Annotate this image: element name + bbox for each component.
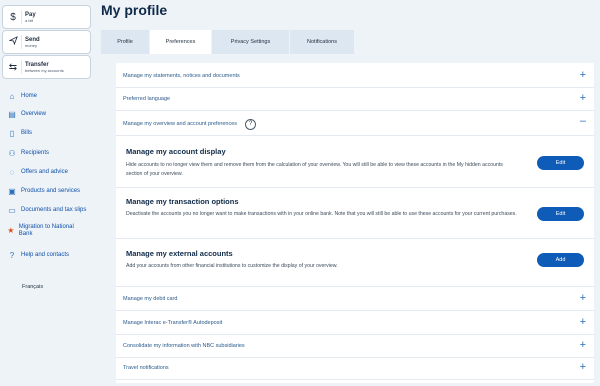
recipients-icon: ⚇ <box>8 149 16 158</box>
card-divider <box>21 35 22 49</box>
pay-bill-text: Pay a bill <box>25 12 36 23</box>
section-preferred-language[interactable]: Preferred language + <box>116 88 594 111</box>
plus-icon[interactable]: + <box>580 93 586 104</box>
overview-icon: ▤ <box>8 110 16 119</box>
sidebar: $ Pay a bill Send money ⇆ Transfer betwe… <box>0 0 100 386</box>
transfer-button[interactable]: ⇆ Transfer between my accounts <box>2 55 91 79</box>
send-money-text: Send money <box>25 37 40 48</box>
section-consolidate-nbc[interactable]: Consolidate my information with NBC subs… <box>116 335 594 358</box>
nav-item-migration[interactable]: ★ Migration to National Bank <box>6 224 76 238</box>
subsection-description: Deactivate the accounts you no longer wa… <box>126 211 517 217</box>
nav-label: Migration to National Bank <box>18 224 74 237</box>
preferences-panel: Manage my statements, notices and docume… <box>116 63 594 383</box>
section-label: Manage my overview and account preferenc… <box>123 121 238 127</box>
transfer-text: Transfer between my accounts <box>25 62 64 73</box>
send-sublabel: money <box>25 42 38 48</box>
subsection-title: Manage my transaction options <box>126 197 239 206</box>
section-overview-preferences[interactable]: Manage my overview and account preferenc… <box>116 113 594 136</box>
page-title: My profile <box>101 2 168 18</box>
nav-item-help[interactable]: ? Help and contacts <box>6 251 69 260</box>
tab-notifications[interactable]: Notifications <box>290 30 355 54</box>
nav-item-recipients[interactable]: ⚇ Recipients <box>6 149 49 158</box>
transfer-arrows-icon: ⇆ <box>8 61 18 73</box>
tab-profile[interactable]: Profile <box>101 30 150 54</box>
section-label: Consolidate my information with NBC subs… <box>123 343 245 349</box>
nav-label: Recipients <box>21 150 50 157</box>
nav-label: Help and contacts <box>21 252 70 259</box>
plus-icon[interactable]: + <box>580 293 586 304</box>
nav-item-offers[interactable]: ◌ Offers and advice <box>6 168 68 177</box>
subsection-account-display: Manage my account display Hide accounts … <box>116 137 594 188</box>
add-external-account-button[interactable]: Add <box>537 253 584 267</box>
section-travel-notifications[interactable]: Travel notifications + <box>116 357 594 380</box>
home-icon: ⌂ <box>9 92 15 101</box>
paper-plane-icon <box>5 36 21 48</box>
section-label: Manage Interac e-Transfer® Autodeposit <box>123 320 223 326</box>
tab-preferences[interactable]: Preferences <box>150 30 212 54</box>
subsection-title: Manage my external accounts <box>126 249 233 258</box>
pay-bill-button[interactable]: $ Pay a bill <box>2 5 91 29</box>
nav-label: Products and services <box>21 188 81 195</box>
transfer-label: Transfer <box>25 61 49 68</box>
section-label: Preferred language <box>123 96 171 102</box>
send-money-button[interactable]: Send money <box>2 30 91 54</box>
nav-item-bills[interactable]: ▯ Bills <box>6 129 32 138</box>
nav-item-home[interactable]: ⌂ Home <box>6 92 37 101</box>
migration-icon: ★ <box>7 226 15 236</box>
products-icon: ▣ <box>8 187 16 196</box>
send-label: Send <box>25 36 40 43</box>
language-switch-link[interactable]: Français <box>22 284 43 290</box>
section-label: Travel notifications <box>123 365 169 371</box>
subsection-title: Manage my account display <box>126 147 226 156</box>
nav-item-documents[interactable]: ▭ Documents and tax slips <box>6 206 86 215</box>
nav-label: Overview <box>21 111 47 118</box>
section-interac-autodeposit[interactable]: Manage Interac e-Transfer® Autodeposit + <box>116 312 594 335</box>
subsection-description: Hide accounts to no longer view them and… <box>126 162 503 177</box>
section-label: Manage my statements, notices and docume… <box>123 73 240 79</box>
tab-bar: Profile Preferences Privacy Settings Not… <box>101 30 355 54</box>
section-statements[interactable]: Manage my statements, notices and docume… <box>116 65 594 88</box>
plus-icon[interactable]: + <box>580 362 586 373</box>
offers-icon: ◌ <box>9 168 15 177</box>
plus-icon[interactable]: + <box>580 70 586 81</box>
nav-label: Offers and advice <box>21 169 68 176</box>
edit-transaction-options-button[interactable]: Edit <box>537 207 584 221</box>
transfer-sublabel: between my accounts <box>25 67 64 73</box>
edit-account-display-button[interactable]: Edit <box>537 156 584 170</box>
subsection-description: Add your accounts from other financial i… <box>126 263 338 269</box>
nav-label: Home <box>21 93 38 100</box>
section-label: Manage my debit card <box>123 296 178 302</box>
bill-icon: ▯ <box>9 129 15 138</box>
tab-privacy-settings[interactable]: Privacy Settings <box>212 30 290 54</box>
pay-sublabel: a bill <box>25 17 34 23</box>
minus-icon[interactable]: – <box>580 116 586 127</box>
nav-item-products[interactable]: ▣ Products and services <box>6 187 80 196</box>
section-debit-card[interactable]: Manage my debit card + <box>116 288 594 311</box>
subsection-external-accounts: Manage my external accounts Add your acc… <box>116 239 594 287</box>
nav-item-overview[interactable]: ▤ Overview <box>6 110 46 119</box>
help-icon: ? <box>9 251 15 260</box>
question-icon[interactable]: ? <box>245 118 257 130</box>
card-divider <box>21 60 22 74</box>
dollar-icon: $ <box>10 11 16 23</box>
nav-label: Bills <box>21 130 33 137</box>
nav-label: Documents and tax slips <box>21 207 87 214</box>
card-divider <box>21 10 22 24</box>
plus-icon[interactable]: + <box>580 317 586 328</box>
plus-icon[interactable]: + <box>580 340 586 351</box>
subsection-transaction-options: Manage my transaction options Deactivate… <box>116 188 594 239</box>
folder-icon: ▭ <box>8 206 16 215</box>
pay-label: Pay <box>25 11 36 18</box>
